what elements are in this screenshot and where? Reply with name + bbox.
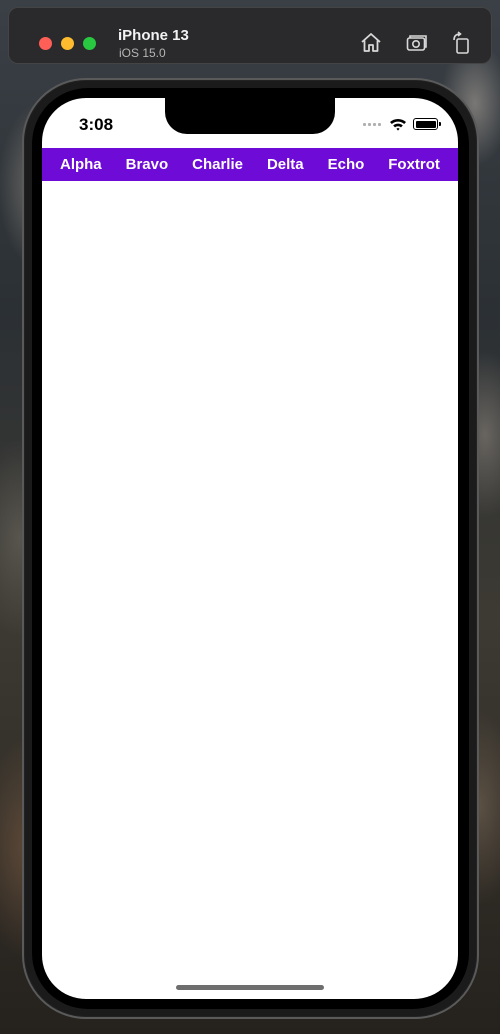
screenshot-button[interactable] [404, 30, 430, 56]
tab-echo[interactable]: Echo [328, 156, 365, 173]
home-indicator[interactable] [176, 985, 324, 990]
tab-delta[interactable]: Delta [267, 156, 304, 173]
iphone-screen: 3:08 Alpha Bravo Charlie Delta Echo Foxt… [42, 98, 458, 999]
zoom-window-button[interactable] [83, 37, 96, 50]
tab-bravo[interactable]: Bravo [126, 156, 169, 173]
top-tab-bar: Alpha Bravo Charlie Delta Echo Foxtrot [42, 148, 458, 181]
tab-alpha[interactable]: Alpha [60, 156, 102, 173]
rotate-icon [453, 31, 469, 54]
wifi-icon [389, 117, 407, 131]
home-icon [361, 33, 381, 52]
status-indicators [363, 117, 441, 131]
os-version: iOS 15.0 [119, 46, 166, 60]
close-window-button[interactable] [39, 37, 52, 50]
battery-icon [413, 118, 441, 130]
minimize-window-button[interactable] [61, 37, 74, 50]
tab-foxtrot[interactable]: Foxtrot [388, 156, 440, 173]
simulator-title-bar: iPhone 13 iOS 15.0 [8, 7, 492, 64]
notch [165, 98, 335, 134]
status-time: 3:08 [79, 115, 114, 134]
device-name: iPhone 13 [118, 27, 189, 44]
home-button[interactable] [358, 30, 384, 56]
screenshot-icon [406, 35, 427, 51]
rotate-button[interactable] [449, 30, 475, 56]
cellular-signal-icon [363, 122, 381, 126]
tab-charlie[interactable]: Charlie [192, 156, 243, 173]
